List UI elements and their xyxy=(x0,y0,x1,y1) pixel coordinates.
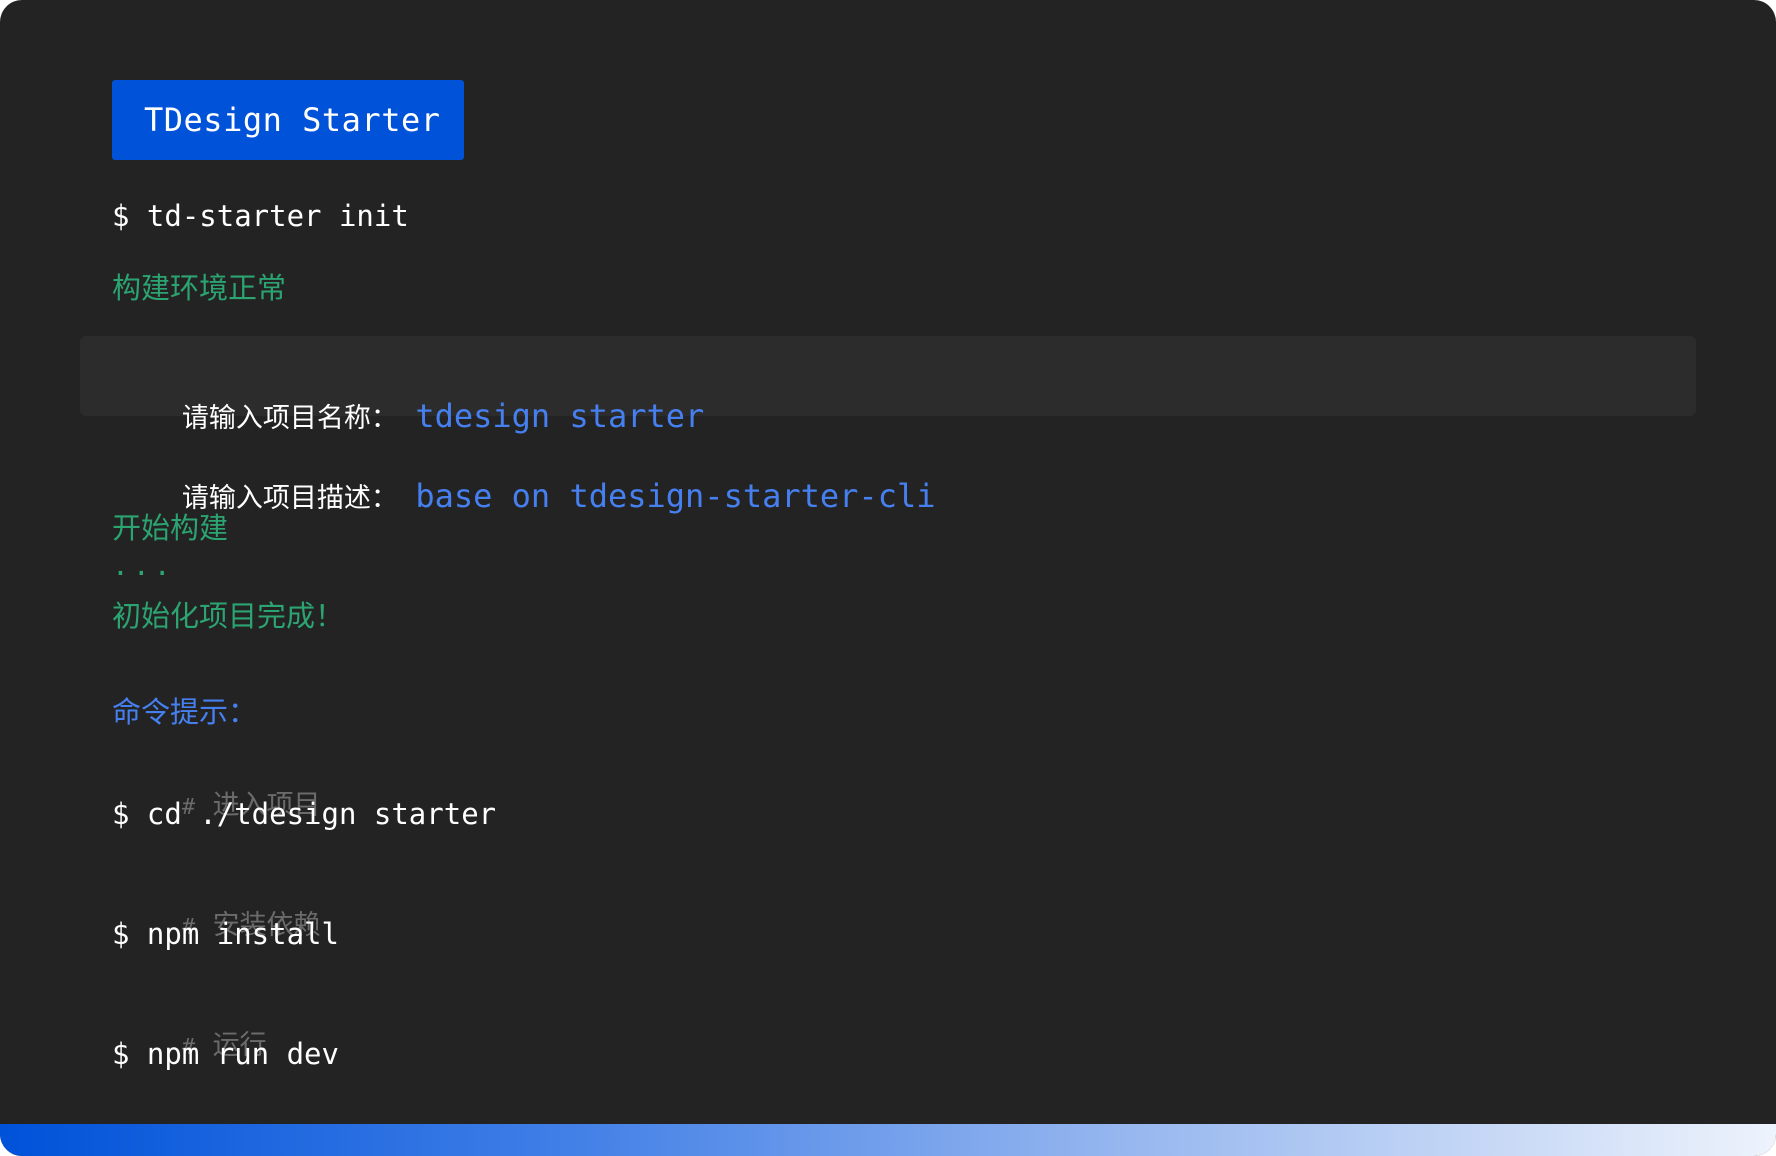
gradient-progress-bar xyxy=(0,1124,1776,1156)
step-command: $ npm install xyxy=(112,917,339,951)
progress-dots: ... xyxy=(112,549,175,582)
env-ok-message: 构建环境正常 xyxy=(112,271,287,305)
init-command: $ td-starter init xyxy=(112,199,409,233)
title-badge: TDesign Starter xyxy=(112,80,464,160)
name-prompt-label: 请输入项目名称： xyxy=(181,403,398,434)
desc-prompt-value[interactable]: base on tdesign-starter-cli xyxy=(415,477,935,515)
build-start-message: 开始构建 xyxy=(112,511,229,545)
hint-title: 命令提示： xyxy=(112,695,258,729)
desc-prompt[interactable]: 请输入项目描述： base on tdesign-starter-cli xyxy=(112,436,936,559)
init-done-message: 初始化项目完成！ xyxy=(112,599,345,633)
step-command: $ npm run dev xyxy=(112,1037,339,1071)
terminal-window: TDesign Starter $ td-starter init 构建环境正常… xyxy=(0,0,1776,1156)
step-command: $ cd ./tdesign starter xyxy=(112,797,497,831)
name-prompt-value[interactable]: tdesign starter xyxy=(415,397,704,435)
